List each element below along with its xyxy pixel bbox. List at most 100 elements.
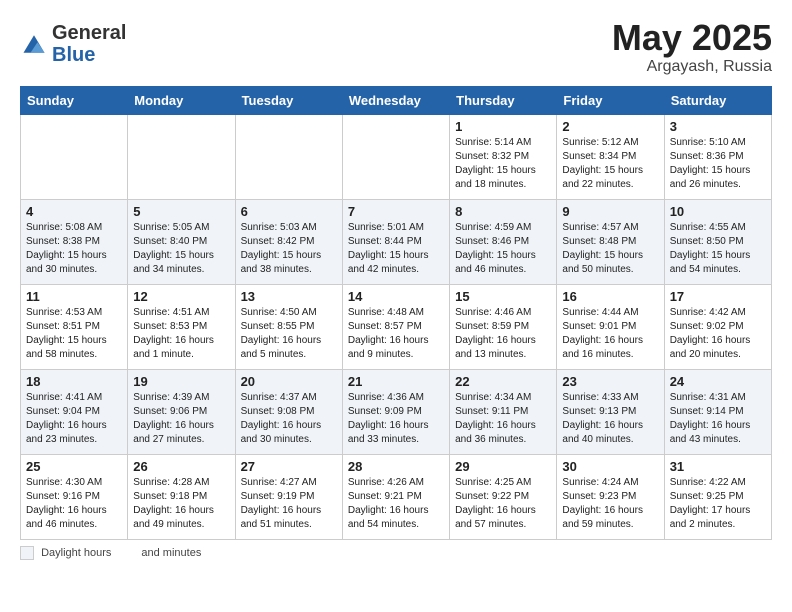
day-number: 9 — [562, 204, 658, 219]
calendar-cell: 1Sunrise: 5:14 AM Sunset: 8:32 PM Daylig… — [450, 114, 557, 199]
day-info: Sunrise: 4:36 AM Sunset: 9:09 PM Dayligh… — [348, 391, 444, 447]
calendar-cell: 14 Sunrise: 4:48 AM Sunset: 8:57 PM Dayli… — [342, 284, 449, 369]
day-info: Sunrise: 4:53 AM Sunset: 8:51 PM Dayligh… — [26, 306, 122, 362]
calendar-cell: 27Sunrise: 4:27 AM Sunset: 9:19 PM Dayli… — [235, 454, 342, 539]
day-number: 23 — [562, 374, 658, 389]
day-number: 4 — [26, 204, 122, 219]
day-info: Sunrise: 4:41 AM Sunset: 9:04 PM Dayligh… — [26, 391, 122, 447]
day-info: Sunrise: 4:57 AM Sunset: 8:48 PM Dayligh… — [562, 221, 658, 277]
logo: General Blue — [20, 22, 126, 66]
calendar-cell: 22 Sunrise: 4:34 AM Sunset: 9:11 PM Dayli… — [450, 369, 557, 454]
calendar-cell: 8 Sunrise: 4:59 AM Sunset: 8:46 PM Daylig… — [450, 199, 557, 284]
col-friday: Friday — [557, 86, 664, 114]
day-info: Sunrise: 4:59 AM Sunset: 8:46 PM Dayligh… — [455, 221, 551, 277]
calendar-cell: 24 Sunrise: 4:31 AM Sunset: 9:14 PM Dayli… — [664, 369, 771, 454]
calendar-cell: 16 Sunrise: 4:44 AM Sunset: 9:01 PM Dayli… — [557, 284, 664, 369]
day-number: 24 — [670, 374, 766, 389]
day-info: Sunrise: 4:44 AM Sunset: 9:01 PM Dayligh… — [562, 306, 658, 362]
day-info: Sunrise: 4:50 AM Sunset: 8:55 PM Dayligh… — [241, 306, 337, 362]
day-number: 6 — [241, 204, 337, 219]
day-number: 18 — [26, 374, 122, 389]
title-block: May 2025 Argayash, Russia — [612, 18, 772, 76]
day-number: 2 — [562, 119, 658, 134]
legend: Daylight hours and minutes — [20, 546, 772, 560]
day-number: 17 — [670, 289, 766, 304]
day-number: 12 — [133, 289, 229, 304]
col-tuesday: Tuesday — [235, 86, 342, 114]
day-info: Sunrise: 4:51 AM Sunset: 8:53 PM Dayligh… — [133, 306, 229, 362]
calendar-cell: 6 Sunrise: 5:03 AM Sunset: 8:42 PM Daylig… — [235, 199, 342, 284]
day-info: Sunrise: 4:55 AM Sunset: 8:50 PM Dayligh… — [670, 221, 766, 277]
day-info: Sunrise: 4:24 AM Sunset: 9:23 PM Dayligh… — [562, 476, 658, 532]
day-info: Sunrise: 4:31 AM Sunset: 9:14 PM Dayligh… — [670, 391, 766, 447]
calendar-cell: 23 Sunrise: 4:33 AM Sunset: 9:13 PM Dayli… — [557, 369, 664, 454]
calendar-cell: 3 Sunrise: 5:10 AM Sunset: 8:36 PM Daylig… — [664, 114, 771, 199]
col-sunday: Sunday — [21, 86, 128, 114]
calendar-cell: 17 Sunrise: 4:42 AM Sunset: 9:02 PM Dayli… — [664, 284, 771, 369]
day-number: 31 — [670, 459, 766, 474]
calendar-cell: 12 Sunrise: 4:51 AM Sunset: 8:53 PM Dayli… — [128, 284, 235, 369]
calendar-cell: 4 Sunrise: 5:08 AM Sunset: 8:38 PM Daylig… — [21, 199, 128, 284]
day-number: 22 — [455, 374, 551, 389]
day-info: Sunrise: 4:22 AM Sunset: 9:25 PM Dayligh… — [670, 476, 766, 532]
day-info: Sunrise: 4:48 AM Sunset: 8:57 PM Dayligh… — [348, 306, 444, 362]
day-number: 25 — [26, 459, 122, 474]
day-number: 30 — [562, 459, 658, 474]
day-number: 14 — [348, 289, 444, 304]
day-number: 7 — [348, 204, 444, 219]
col-monday: Monday — [128, 86, 235, 114]
calendar-cell: 30 Sunrise: 4:24 AM Sunset: 9:23 PM Dayli… — [557, 454, 664, 539]
day-info: Sunrise: 5:01 AM Sunset: 8:44 PM Dayligh… — [348, 221, 444, 277]
calendar-cell: 2Sunrise: 5:12 AM Sunset: 8:34 PM Daylig… — [557, 114, 664, 199]
day-number: 1 — [455, 119, 551, 134]
month-title: May 2025 — [612, 18, 772, 58]
legend-box — [20, 546, 34, 560]
calendar-cell — [342, 114, 449, 199]
logo-general: General — [52, 22, 126, 44]
calendar-cell: 21 Sunrise: 4:36 AM Sunset: 9:09 PM Dayli… — [342, 369, 449, 454]
day-number: 3 — [670, 119, 766, 134]
calendar-cell: 26Sunrise: 4:28 AM Sunset: 9:18 PM Dayli… — [128, 454, 235, 539]
calendar-week-1: 1Sunrise: 5:14 AM Sunset: 8:32 PM Daylig… — [21, 114, 772, 199]
calendar-cell: 5Sunrise: 5:05 AM Sunset: 8:40 PM Daylig… — [128, 199, 235, 284]
day-number: 16 — [562, 289, 658, 304]
day-info: Sunrise: 5:08 AM Sunset: 8:38 PM Dayligh… — [26, 221, 122, 277]
calendar-week-4: 18 Sunrise: 4:41 AM Sunset: 9:04 PM Dayli… — [21, 369, 772, 454]
calendar-cell: 9 Sunrise: 4:57 AM Sunset: 8:48 PM Daylig… — [557, 199, 664, 284]
calendar-cell — [235, 114, 342, 199]
header-row: Sunday Monday Tuesday Wednesday Thursday… — [21, 86, 772, 114]
day-number: 21 — [348, 374, 444, 389]
calendar-week-2: 4 Sunrise: 5:08 AM Sunset: 8:38 PM Daylig… — [21, 199, 772, 284]
logo-text: General Blue — [52, 22, 126, 66]
col-thursday: Thursday — [450, 86, 557, 114]
calendar-cell: 13Sunrise: 4:50 AM Sunset: 8:55 PM Dayli… — [235, 284, 342, 369]
daylight-label: Daylight hours — [41, 547, 111, 559]
day-info: Sunrise: 4:42 AM Sunset: 9:02 PM Dayligh… — [670, 306, 766, 362]
calendar-cell: 10 Sunrise: 4:55 AM Sunset: 8:50 PM Dayli… — [664, 199, 771, 284]
calendar-cell — [128, 114, 235, 199]
calendar-cell: 19Sunrise: 4:39 AM Sunset: 9:06 PM Dayli… — [128, 369, 235, 454]
day-info: Sunrise: 4:30 AM Sunset: 9:16 PM Dayligh… — [26, 476, 122, 532]
day-info: Sunrise: 4:37 AM Sunset: 9:08 PM Dayligh… — [241, 391, 337, 447]
day-info: Sunrise: 4:26 AM Sunset: 9:21 PM Dayligh… — [348, 476, 444, 532]
day-number: 8 — [455, 204, 551, 219]
logo-blue: Blue — [52, 44, 126, 66]
day-info: Sunrise: 4:33 AM Sunset: 9:13 PM Dayligh… — [562, 391, 658, 447]
calendar-week-3: 11 Sunrise: 4:53 AM Sunset: 8:51 PM Dayli… — [21, 284, 772, 369]
calendar-cell: 20 Sunrise: 4:37 AM Sunset: 9:08 PM Dayli… — [235, 369, 342, 454]
day-number: 29 — [455, 459, 551, 474]
day-number: 26 — [133, 459, 229, 474]
day-number: 15 — [455, 289, 551, 304]
calendar-cell: 25 Sunrise: 4:30 AM Sunset: 9:16 PM Dayli… — [21, 454, 128, 539]
calendar-cell: 31 Sunrise: 4:22 AM Sunset: 9:25 PM Dayli… — [664, 454, 771, 539]
day-number: 27 — [241, 459, 337, 474]
day-info: Sunrise: 5:10 AM Sunset: 8:36 PM Dayligh… — [670, 136, 766, 192]
day-number: 20 — [241, 374, 337, 389]
day-number: 11 — [26, 289, 122, 304]
calendar-cell: 29 Sunrise: 4:25 AM Sunset: 9:22 PM Dayli… — [450, 454, 557, 539]
day-info: Sunrise: 5:03 AM Sunset: 8:42 PM Dayligh… — [241, 221, 337, 277]
day-number: 10 — [670, 204, 766, 219]
day-info: Sunrise: 4:25 AM Sunset: 9:22 PM Dayligh… — [455, 476, 551, 532]
page: General Blue May 2025 Argayash, Russia S… — [0, 0, 792, 578]
day-info: Sunrise: 4:34 AM Sunset: 9:11 PM Dayligh… — [455, 391, 551, 447]
